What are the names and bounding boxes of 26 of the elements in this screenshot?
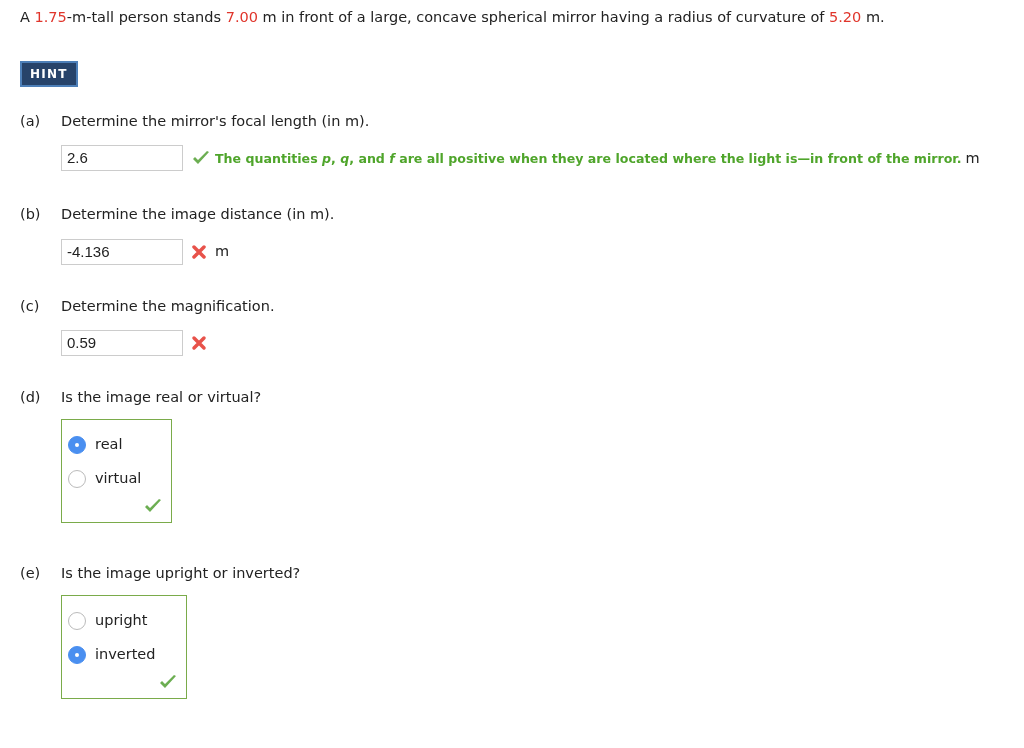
question-text: Is the image upright or inverted? <box>61 564 301 583</box>
question-text: Determine the magnification. <box>61 296 275 316</box>
unit-label: m <box>215 242 230 259</box>
part-label: (d) <box>20 388 42 408</box>
answer-field[interactable]: 0.59 <box>61 330 183 357</box>
option-label: real <box>95 435 123 455</box>
part-label: (a) <box>20 112 42 131</box>
radio-button[interactable] <box>68 645 86 664</box>
answer-field[interactable]: 2.6 <box>61 144 183 171</box>
radio-button[interactable] <box>68 611 86 630</box>
problem-statement: A 1.75-m-tall person stands 7.00 m in front of a large, concave spherical mirror having a radius of curvature of 5.20 m. <box>20 8 886 27</box>
feedback-text: The quantities p, q, and f are all positive when they are located where the light is—in front of the mirror. <box>215 150 962 166</box>
option-label: inverted <box>95 644 156 664</box>
part-label: (e) <box>20 564 42 583</box>
question-text: Is the image real or virtual? <box>61 388 262 408</box>
radio-button[interactable] <box>68 470 86 488</box>
question-text: Determine the image distance (in m). <box>61 204 335 224</box>
radio-button[interactable] <box>68 436 86 454</box>
part-label: (b) <box>20 204 42 224</box>
unit-label: m <box>965 149 980 166</box>
hint-button[interactable]: HINT <box>20 61 78 87</box>
part-label: (c) <box>20 296 41 316</box>
answer-field[interactable]: -4.136 <box>61 238 183 265</box>
option-label: virtual <box>95 469 142 489</box>
option-label: upright <box>95 610 148 630</box>
question-text: Determine the mirror's focal length (in m). <box>61 112 370 131</box>
